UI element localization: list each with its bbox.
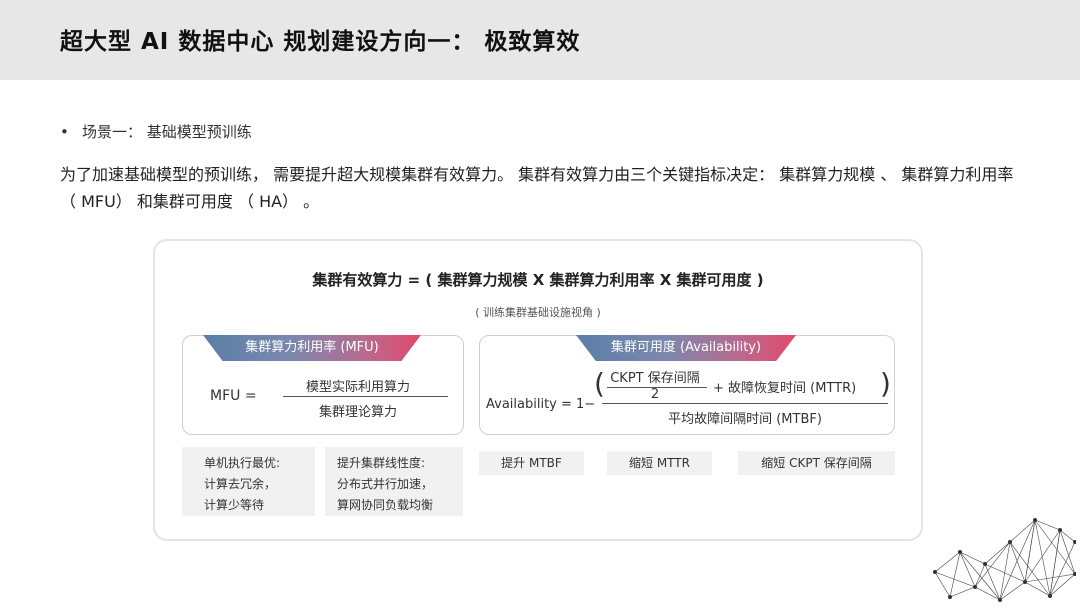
mfu-box: 集群算力利用率 (MFU) MFU = 模型实际利用算力 集群理论算力: [182, 335, 464, 435]
left-paren: (: [594, 367, 605, 400]
intro-paragraph: 为了加速基础模型的预训练， 需要提升超大规模集群有效算力。 集群有效算力由三个关…: [60, 165, 1014, 211]
mfu-chip-cluster-linearity: 提升集群线性度: 分布式并行加速， 算网协同负载均衡: [325, 447, 463, 516]
mfu-chip-single-node: 单机执行最优: 计算去冗余， 计算少等待: [182, 447, 315, 516]
mttr-term: + 故障恢复时间 (MTTR): [713, 381, 857, 396]
mfu-label: MFU =: [210, 388, 257, 404]
fraction-bar: [283, 396, 448, 397]
bullet-dot: •: [60, 123, 69, 141]
formula-diagram-card: 集群有效算力 = ( 集群算力规模 X 集群算力利用率 X 集群可用度 ) ( …: [153, 239, 923, 541]
chip-reduce-ckpt-interval: 缩短 CKPT 保存间隔: [738, 451, 895, 475]
right-paren: ): [880, 367, 891, 400]
availability-box: 集群可用度 (Availability) Availability = 1− (…: [479, 335, 895, 435]
mtbf-denominator: 平均故障间隔时间 (MTBF): [668, 412, 822, 427]
effective-compute-formula: 集群有效算力 = ( 集群算力规模 X 集群算力利用率 X 集群可用度 ): [312, 271, 764, 289]
chip-line: 提升集群线性度:: [337, 456, 426, 470]
bullet-item: • 场景一： 基础模型预训练: [60, 121, 252, 142]
chip-line: 计算少等待: [204, 498, 265, 512]
mfu-banner: 集群算力利用率 (MFU): [203, 335, 421, 361]
formula-note: ( 训练集群基础设施视角 ): [475, 306, 601, 319]
chip-line: 单机执行最优:: [204, 456, 281, 470]
chip-line: 分布式并行加速，: [337, 477, 434, 491]
mfu-denominator: 集群理论算力: [318, 405, 397, 420]
network-mesh-icon: [933, 518, 1076, 602]
chip-reduce-mttr: 缩短 MTTR: [607, 451, 712, 475]
chip-line: 算网协同负载均衡: [337, 498, 434, 512]
title-bar: 超大型 AI 数据中心 规划建设方向一： 极致算效: [0, 0, 1080, 80]
chip-improve-mtbf: 提升 MTBF: [479, 451, 584, 475]
ckpt-interval: CKPT 保存间隔: [610, 371, 700, 386]
availability-label: Availability = 1−: [486, 397, 596, 412]
ckpt-divisor: 2: [650, 387, 660, 402]
availability-banner: 集群可用度 (Availability): [576, 335, 796, 361]
mfu-numerator: 模型实际利用算力: [305, 380, 410, 395]
fraction-bar: [602, 403, 888, 404]
bullet-text: 场景一： 基础模型预训练: [82, 123, 252, 141]
chip-line: 计算去冗余，: [204, 477, 277, 491]
page-title: 超大型 AI 数据中心 规划建设方向一： 极致算效: [60, 29, 581, 55]
